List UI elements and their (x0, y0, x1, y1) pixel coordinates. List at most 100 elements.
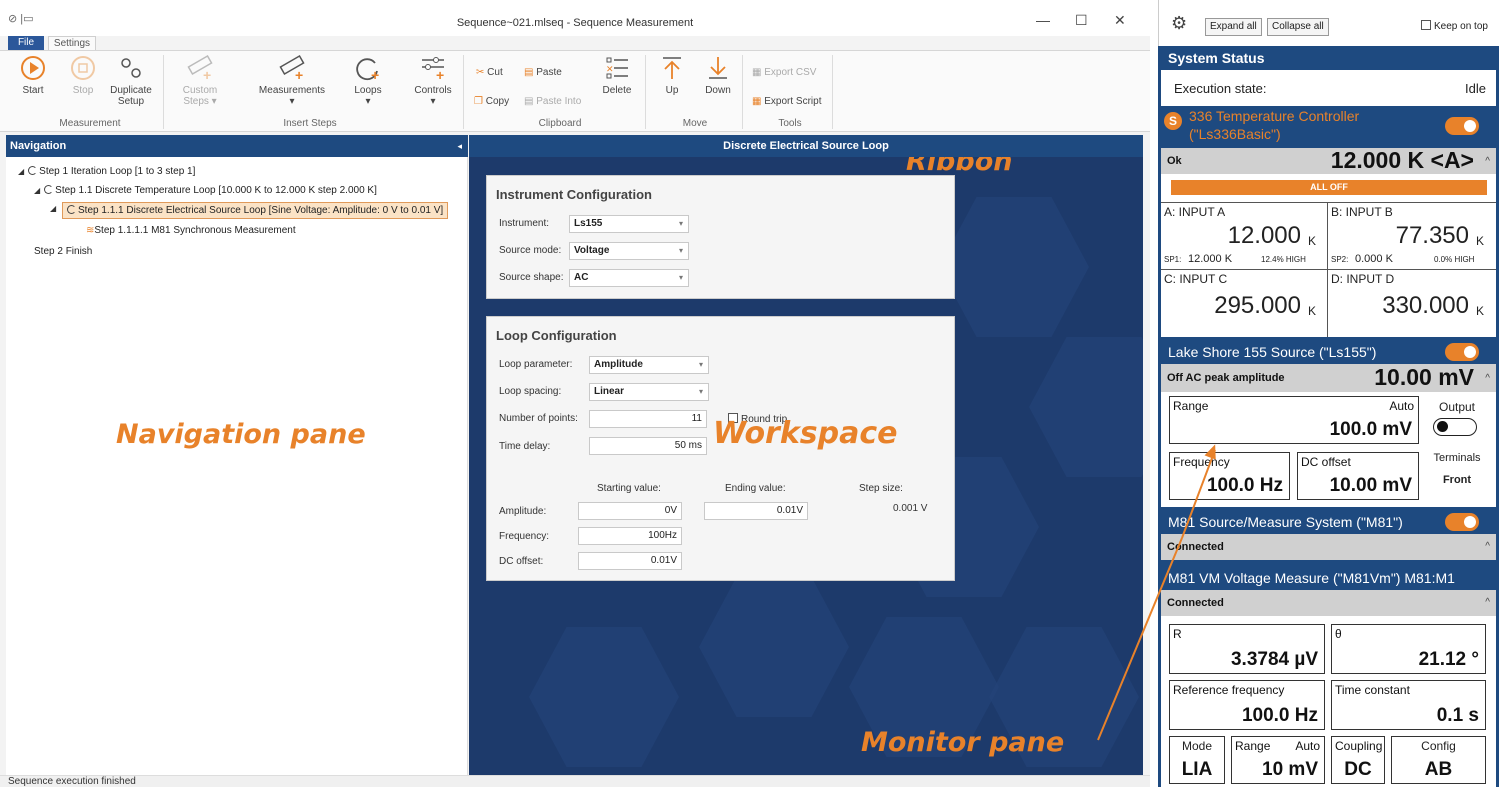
controls-button[interactable]: + Controls ▾ (410, 55, 456, 107)
background-hexagon (1029, 337, 1143, 477)
loop-parameter-select[interactable]: Amplitude ▾ (589, 356, 709, 374)
export-csv-button[interactable]: ▦ Export CSV (752, 67, 816, 78)
input-c-label: C: INPUT C (1164, 272, 1228, 286)
start-button[interactable]: Start (20, 55, 46, 96)
amplitude-label: Amplitude: (499, 506, 547, 517)
checkbox-icon[interactable] (1421, 20, 1431, 30)
dc-offset-input[interactable]: 0.01V (578, 552, 682, 570)
collapse-caret-icon[interactable]: ^ (1485, 156, 1490, 167)
clipboard-icon: ▤ (524, 96, 534, 107)
source-shape-select[interactable]: AC ▾ (569, 269, 689, 287)
divider (1161, 202, 1496, 203)
sp1-label: SP1: (1164, 255, 1182, 264)
collapse-caret-icon[interactable]: ^ (1485, 373, 1490, 384)
custom-steps-button[interactable]: + Custom Steps ▾ (180, 55, 220, 107)
sp2-value: 0.000 K (1355, 253, 1393, 265)
reference-frequency-label: Reference frequency (1173, 683, 1285, 697)
tab-settings[interactable]: Settings (48, 36, 96, 50)
frequency-input[interactable]: 100Hz (578, 527, 682, 545)
ls155-status: Off AC peak amplitude (1167, 372, 1285, 384)
tab-file[interactable]: File (8, 36, 44, 50)
expand-triangle-icon[interactable]: ◢ (34, 186, 40, 195)
ls336-body: ALL OFF A: INPUT A 12.000 K SP1: 12.000 … (1161, 174, 1496, 337)
all-off-button[interactable]: ALL OFF (1171, 180, 1487, 195)
maximize-button[interactable]: ☐ (1075, 12, 1088, 29)
ls336-enable-toggle[interactable] (1445, 117, 1479, 135)
navigation-pane: ◢ Step 1 Iteration Loop [1 to 3 step 1] ◢… (6, 157, 468, 775)
output-label: Output (1438, 400, 1476, 414)
collapse-caret-icon[interactable]: ^ (1485, 541, 1490, 552)
loop-spacing-select[interactable]: Linear ▾ (589, 383, 709, 401)
m81-status: Connected (1167, 541, 1224, 553)
duplicate-setup-button[interactable]: Duplicate Setup (106, 55, 156, 107)
settings-gear-icon[interactable]: ⚙ (1171, 13, 1187, 34)
terminals-value: Front (1442, 474, 1472, 486)
svg-text:✕: ✕ (606, 64, 614, 74)
tree-item-step-1-1-1-1[interactable]: ≋Step 1.1.1.1 M81 Synchronous Measuremen… (86, 225, 296, 236)
instrument-select[interactable]: Ls155 ▾ (569, 215, 689, 233)
scissors-icon: ✂ (476, 67, 485, 78)
collapse-navigation-button[interactable]: ◂ (457, 135, 462, 157)
monitor-pane: ⚙ Expand all Collapse all Keep on top Sy… (1158, 0, 1499, 787)
loops-button[interactable]: + Loops ▾ (350, 55, 386, 107)
ls155-enable-toggle[interactable] (1445, 343, 1479, 361)
reference-frequency-cell: Reference frequency 100.0 Hz (1169, 680, 1325, 730)
copy-button[interactable]: ❐ Copy (474, 96, 509, 107)
theta-cell: θ 21.12 ° (1331, 624, 1486, 674)
input-b-label: B: INPUT B (1331, 205, 1393, 219)
measurements-button[interactable]: + Measurements ▾ (254, 55, 330, 107)
ls155-status-bar[interactable]: Off AC peak amplitude 10.00 mV ^ (1161, 364, 1496, 392)
delete-button[interactable]: ✕ Delete (598, 55, 636, 96)
close-button[interactable]: ✕ (1114, 12, 1126, 29)
m81-enable-toggle[interactable] (1445, 513, 1479, 531)
delete-list-icon: ✕ (606, 57, 628, 79)
tree-item-step-2[interactable]: Step 2 Finish (34, 246, 92, 257)
amplitude-end-input[interactable]: 0.01V (704, 502, 808, 520)
tree-item-step-1-1[interactable]: ◢ Step 1.1 Discrete Temperature Loop [10.… (34, 185, 377, 196)
workspace-header: Discrete Electrical Source Loop (469, 135, 1143, 157)
number-of-points-input[interactable]: 11 (589, 410, 707, 428)
dropdown-arrow-icon: ▾ (698, 360, 703, 369)
tree-item-step-1[interactable]: ◢ Step 1 Iteration Loop [1 to 3 step 1] (18, 166, 195, 177)
m81vm-status-bar[interactable]: Connected ^ (1161, 590, 1496, 616)
dc-offset-cell: DC offset 10.00 mV (1297, 452, 1419, 500)
reference-frequency-value: 100.0 Hz (1241, 705, 1318, 726)
cut-button[interactable]: ✂ Cut (476, 67, 503, 78)
stop-button[interactable]: Stop (70, 55, 96, 96)
group-label-clipboard: Clipboard (538, 118, 582, 129)
range-auto: Auto (1389, 399, 1414, 413)
group-label-move: Move (682, 118, 708, 129)
ls336-status-bar[interactable]: Ok 12.000 K <A> ^ (1161, 147, 1496, 174)
r-value: 3.3784 µV (1230, 649, 1318, 670)
amplitude-start-input[interactable]: 0V (578, 502, 682, 520)
move-up-button[interactable]: Up (657, 55, 687, 96)
output-toggle[interactable] (1433, 418, 1477, 436)
frequency-value: 100.0 Hz (1206, 475, 1283, 496)
keep-on-top-checkbox[interactable]: Keep on top (1421, 20, 1488, 32)
collapse-caret-icon[interactable]: ^ (1485, 597, 1490, 608)
instrument-configuration-card: Instrument Configuration Instrument: Ls1… (486, 175, 955, 299)
expand-triangle-icon[interactable]: ◢ (50, 204, 56, 213)
dropdown-arrow-icon: ▾ (678, 273, 683, 282)
tree-item-step-1-1-1-selected[interactable]: Step 1.1.1 Discrete Electrical Source Lo… (62, 202, 449, 219)
tree-item-step-1-1-1[interactable]: ◢ (50, 203, 60, 214)
group-separator (163, 55, 164, 129)
workspace-overlay-label: Workspace (713, 416, 898, 451)
collapse-all-button[interactable]: Collapse all (1267, 18, 1329, 36)
expand-triangle-icon[interactable]: ◢ (18, 167, 24, 176)
group-label-tools: Tools (778, 118, 802, 129)
minimize-button[interactable]: — (1036, 12, 1050, 28)
m81vm-body: R 3.3784 µV θ 21.12 ° Reference frequenc… (1161, 616, 1496, 787)
m81-status-bar[interactable]: Connected ^ (1161, 534, 1496, 560)
paste-button[interactable]: ▤ Paste (524, 67, 562, 78)
expand-all-button[interactable]: Expand all (1205, 18, 1262, 36)
r-cell: R 3.3784 µV (1169, 624, 1325, 674)
export-script-button[interactable]: ▦ Export Script (752, 96, 821, 107)
time-delay-input[interactable]: 50 ms (589, 437, 707, 455)
coupling-cell: Coupling DC (1331, 736, 1385, 784)
source-mode-select[interactable]: Voltage ▾ (569, 242, 689, 260)
move-down-button[interactable]: Down (703, 55, 733, 96)
paste-into-button[interactable]: ▤ Paste Into (524, 96, 581, 107)
vm-range-label: Range (1235, 739, 1271, 753)
instrument-label: Instrument: (499, 218, 550, 229)
